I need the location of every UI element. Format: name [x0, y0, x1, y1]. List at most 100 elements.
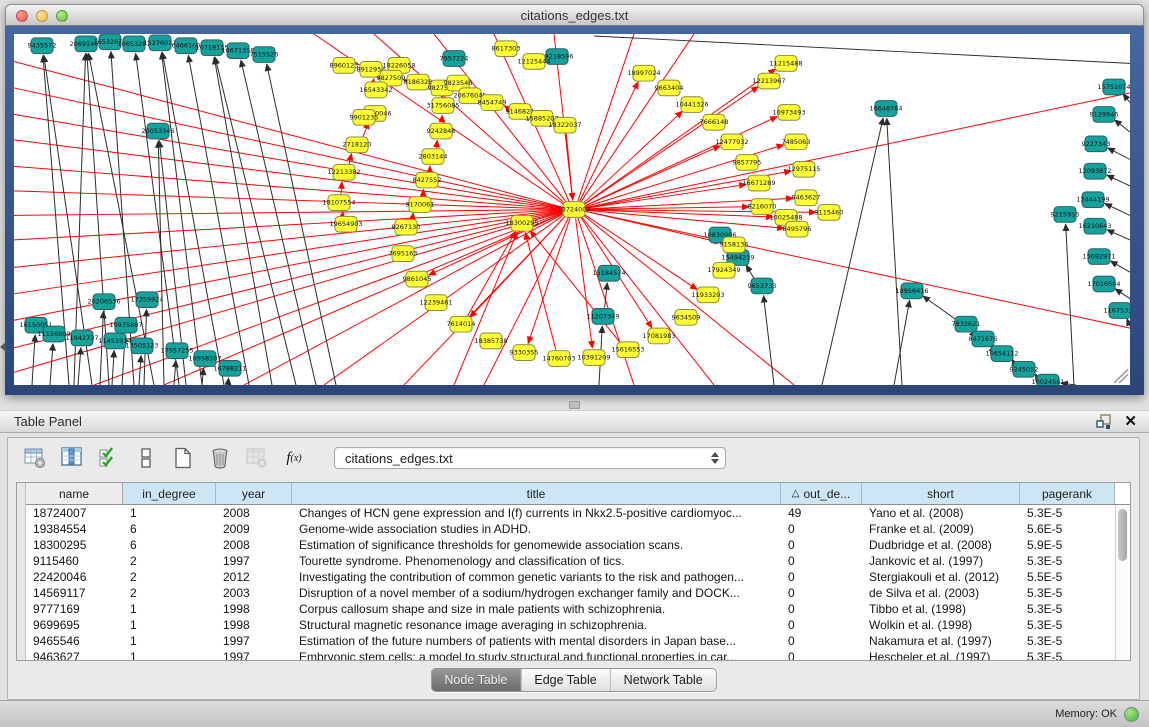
- graph-edge[interactable]: [525, 233, 556, 350]
- table-row[interactable]: 946362711997Embryonic stem cells: a mode…: [26, 649, 1130, 661]
- graph-node[interactable]: 11215488: [769, 56, 802, 72]
- graph-edge[interactable]: [14, 61, 562, 207]
- graph-node[interactable]: 15616553: [611, 342, 644, 358]
- graph-node[interactable]: 7614014: [447, 316, 476, 332]
- minimize-window-icon[interactable]: [36, 10, 48, 22]
- column-header-title[interactable]: title: [292, 483, 781, 504]
- graph-edge[interactable]: [174, 360, 176, 385]
- graph-edge[interactable]: [887, 118, 902, 385]
- graph-edge[interactable]: [1108, 148, 1130, 160]
- graph-node[interactable]: 8617303: [492, 41, 521, 57]
- close-panel-icon[interactable]: ✕: [1124, 415, 1137, 429]
- table-selector-dropdown[interactable]: citations_edges.txt: [334, 447, 726, 469]
- table-row[interactable]: 1938455462009Genome-wide association stu…: [26, 521, 1130, 537]
- graph-node[interactable]: 7666148: [700, 114, 729, 130]
- table-row[interactable]: 1456911722003Disruption of a novel membe…: [26, 585, 1130, 601]
- graph-node[interactable]: 9170061: [406, 197, 435, 213]
- graph-edge[interactable]: [764, 296, 774, 385]
- graph-node[interactable]: 18997024: [627, 65, 660, 81]
- table-row[interactable]: 1830029562008Estimation of significance …: [26, 537, 1130, 553]
- graph-edge[interactable]: [585, 146, 720, 206]
- graph-node[interactable]: 2803144: [419, 149, 448, 165]
- collapse-panel-icon[interactable]: [0, 342, 6, 352]
- graph-node[interactable]: 8454749: [478, 95, 507, 111]
- graph-edge[interactable]: [586, 93, 1130, 208]
- graph-node[interactable]: 19654903: [329, 216, 362, 232]
- tab-node-table[interactable]: Node Table: [431, 669, 521, 691]
- graph-edge[interactable]: [1107, 230, 1130, 240]
- graph-node[interactable]: 9330355: [510, 345, 539, 361]
- graph-edge[interactable]: [1107, 175, 1130, 186]
- graph-edge[interactable]: [1127, 319, 1130, 326]
- table-row[interactable]: 911546021997Tourette syndrome. Phenomeno…: [26, 553, 1130, 569]
- graph-node[interactable]: 7957224: [440, 51, 469, 67]
- graph-node[interactable]: 10391209: [577, 350, 610, 366]
- graph-edge[interactable]: [746, 265, 754, 279]
- graph-edge[interactable]: [412, 213, 413, 220]
- graph-node[interactable]: 7485063: [782, 134, 811, 150]
- graph-node[interactable]: 10975887: [109, 317, 142, 333]
- close-window-icon[interactable]: [16, 10, 28, 22]
- graph-node[interactable]: 18107554: [322, 195, 355, 211]
- graph-edge[interactable]: [579, 82, 638, 202]
- graph-edge[interactable]: [349, 154, 351, 165]
- graph-edge[interactable]: [583, 215, 794, 385]
- graph-node[interactable]: 8427552: [413, 172, 442, 188]
- graph-node[interactable]: 12477932: [715, 134, 748, 150]
- graph-edge[interactable]: [112, 351, 114, 385]
- zoom-window-icon[interactable]: [56, 10, 68, 22]
- graph-node[interactable]: 8495796: [783, 221, 812, 237]
- graph-node[interactable]: 15751074: [1097, 79, 1130, 95]
- graph-node[interactable]: 8960123: [330, 58, 359, 74]
- graph-node[interactable]: 14760703: [542, 351, 575, 367]
- graph-node[interactable]: 10973493: [772, 105, 805, 121]
- delete-column-icon[interactable]: [207, 445, 233, 471]
- network-canvas[interactable]: 9435572206914061653287110653287152760216…: [14, 34, 1130, 385]
- graph-node[interactable]: 16648784: [869, 101, 902, 117]
- table-options-icon[interactable]: [22, 445, 48, 471]
- graph-node[interactable]: 9653733: [748, 278, 777, 294]
- graph-node[interactable]: 9115460: [815, 205, 844, 221]
- table-row[interactable]: 969969511998Structural magnetic resonanc…: [26, 617, 1130, 633]
- graph-node[interactable]: 16671289: [742, 175, 775, 191]
- graph-edge[interactable]: [1115, 120, 1130, 132]
- graph-node[interactable]: 9901235: [350, 109, 379, 125]
- graph-node[interactable]: 9215955: [1051, 207, 1080, 223]
- graph-edge[interactable]: [342, 212, 343, 216]
- graph-edge[interactable]: [188, 55, 249, 385]
- graph-node[interactable]: 9158136: [720, 237, 749, 253]
- graph-edge[interactable]: [437, 140, 438, 148]
- graph-node[interactable]: 12444199: [1076, 192, 1109, 208]
- graph-edge[interactable]: [202, 368, 204, 385]
- graph-edge[interactable]: [373, 79, 374, 81]
- graph-node[interactable]: 12213382: [327, 164, 360, 180]
- graph-edge[interactable]: [576, 218, 593, 348]
- tab-network-table[interactable]: Network Table: [611, 669, 716, 691]
- graph-edge[interactable]: [923, 296, 956, 319]
- graph-node[interactable]: 9227343: [1082, 136, 1111, 152]
- graph-node[interactable]: 8216070: [748, 199, 777, 215]
- graph-node[interactable]: 9463627: [792, 190, 821, 206]
- column-header-outde[interactable]: △out_de...: [781, 483, 862, 504]
- graph-edge[interactable]: [1111, 261, 1130, 272]
- graph-node[interactable]: 17359924: [130, 292, 163, 308]
- graph-node[interactable]: 7832621: [952, 316, 981, 332]
- column-header-pagerank[interactable]: pagerank: [1020, 483, 1115, 504]
- memory-status-icon[interactable]: [1124, 707, 1139, 722]
- graph-node[interactable]: 18300295: [505, 215, 538, 231]
- graph-node[interactable]: 10441326: [675, 97, 708, 113]
- table-row[interactable]: 1872400712008Changes of HCN gene express…: [26, 505, 1130, 521]
- graph-node[interactable]: 9857795: [733, 155, 762, 171]
- tab-edge-table[interactable]: Edge Table: [521, 669, 610, 691]
- graph-node[interactable]: 31756085: [426, 98, 459, 114]
- graph-edge[interactable]: [14, 212, 562, 348]
- resize-grip-icon[interactable]: [1114, 369, 1128, 383]
- table-row[interactable]: 2242004622012Investigating the contribut…: [26, 569, 1130, 585]
- window-titlebar[interactable]: citations_edges.txt: [5, 4, 1144, 26]
- graph-edge[interactable]: [14, 212, 562, 372]
- graph-edge[interactable]: [1123, 94, 1130, 103]
- column-visibility-icon[interactable]: [59, 445, 85, 471]
- graph-edge[interactable]: [581, 34, 694, 202]
- graph-edge[interactable]: [50, 344, 53, 385]
- scrollbar-thumb[interactable]: [1118, 509, 1127, 561]
